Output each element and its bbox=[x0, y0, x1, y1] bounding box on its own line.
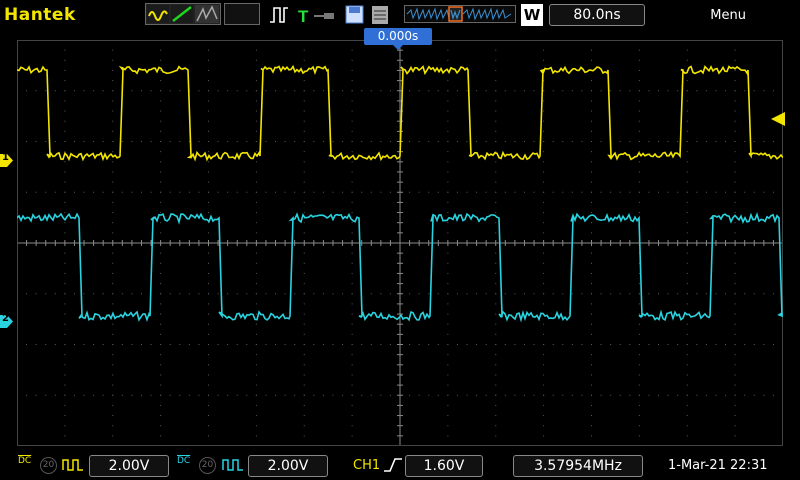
ch1-waveform-icon bbox=[62, 459, 83, 471]
trigger-position-marker[interactable]: 0.000s bbox=[364, 28, 432, 50]
ch1-scale[interactable]: 2.00V bbox=[89, 455, 169, 477]
ch2-coupling: DC bbox=[177, 456, 191, 466]
trigger-level[interactable]: 1.60V bbox=[405, 455, 483, 477]
timebase-readout[interactable]: 80.0ns bbox=[549, 4, 645, 26]
datetime: 1-Mar-21 22:31 bbox=[668, 458, 768, 473]
memory-waveform-icon bbox=[406, 6, 512, 22]
rising-edge-icon bbox=[384, 458, 402, 472]
waveform-mode-icon bbox=[147, 5, 219, 23]
channel-2-marker[interactable]: 2 bbox=[0, 313, 13, 328]
grid bbox=[17, 40, 783, 446]
bottom-bar: DC 20 2.00V DC 20 2.00V CH1 1.60V 3.5795… bbox=[0, 450, 800, 480]
run-status-box bbox=[224, 3, 260, 25]
channel-2-marker-label: 2 bbox=[2, 313, 9, 324]
ch1-bandwidth-limit: 20 bbox=[40, 457, 57, 474]
trigger-level-icon[interactable] bbox=[771, 112, 785, 126]
ch2-bandwidth-limit: 20 bbox=[199, 457, 216, 474]
menu-button[interactable]: Menu bbox=[710, 8, 746, 23]
svg-text:T: T bbox=[298, 7, 309, 26]
trigger-icons: T bbox=[270, 5, 388, 26]
ch1-coupling: DC bbox=[18, 456, 32, 466]
brand-logo: Hantek bbox=[4, 5, 76, 25]
frequency-counter: 3.57954MHz bbox=[513, 455, 643, 477]
channel-1-marker-label: 1 bbox=[2, 152, 9, 163]
acquisition-mode-icons[interactable] bbox=[145, 3, 221, 25]
memory-window-bar[interactable] bbox=[404, 5, 516, 23]
top-bar: Hantek T W 80.0ns Menu bbox=[0, 0, 800, 30]
mode-badge: W bbox=[521, 4, 543, 26]
trigger-source: CH1 bbox=[353, 458, 381, 473]
ch2-scale[interactable]: 2.00V bbox=[248, 455, 328, 477]
waveform-display bbox=[17, 40, 783, 446]
channel-1-marker[interactable]: 1 bbox=[0, 152, 13, 167]
ch2-waveform-icon bbox=[222, 459, 243, 471]
